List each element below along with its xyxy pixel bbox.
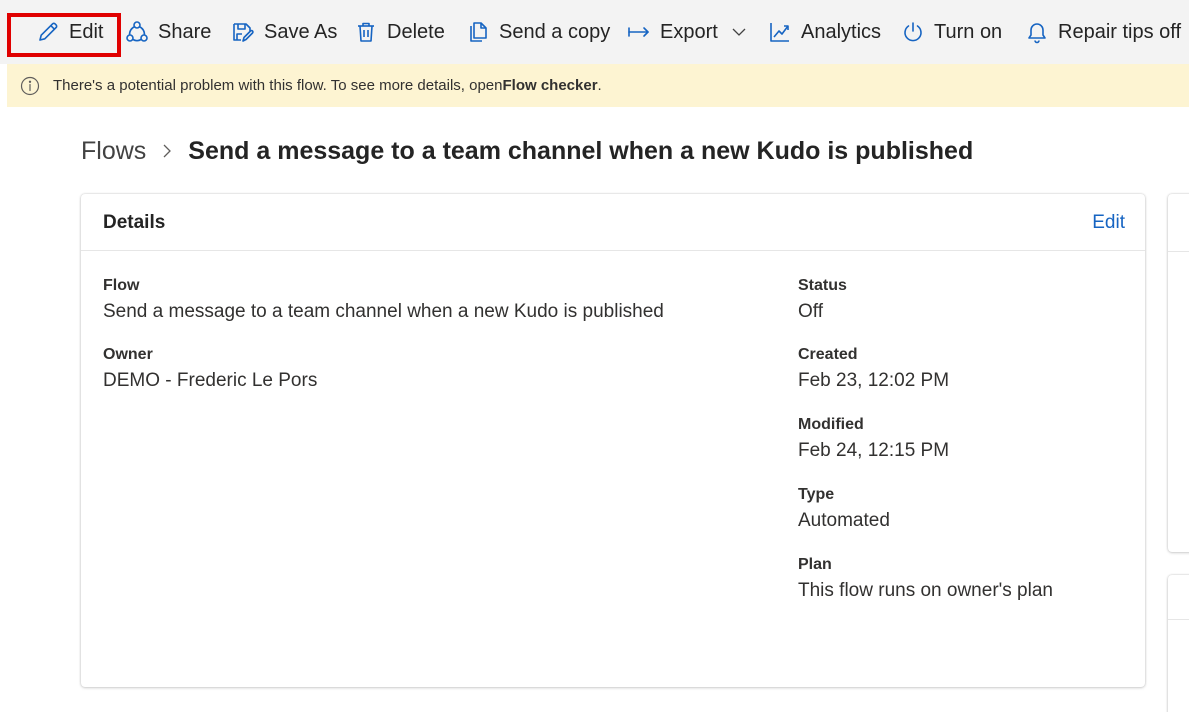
chevron-down-icon [732,28,746,36]
side-card-top [1168,194,1189,552]
flow-name-label: Flow [103,277,140,294]
info-icon [20,76,40,95]
type-value: Automated [798,510,890,531]
analytics-button-label: Analytics [801,20,882,43]
delete-button[interactable]: Delete [354,0,445,64]
share-button[interactable]: Share [125,0,211,64]
owner-label: Owner [103,346,153,363]
edit-button-label: Edit [69,20,104,43]
export-button[interactable]: Export [627,0,747,64]
send-a-copy-button[interactable]: Send a copy [466,0,610,64]
export-arrow-icon [628,27,649,37]
save-as-button-label: Save As [264,20,338,43]
modified-value: Feb 24, 12:15 PM [798,440,950,461]
turn-on-button-label: Turn on [934,20,1003,43]
details-card-header: Details Edit [81,194,1145,251]
banner-message: There's a potential problem with this fl… [53,77,503,94]
details-card-title: Details [103,212,166,233]
plan-label: Plan [798,556,832,573]
flow-details-page: Edit Share Save As Delete Send a copy Ex… [0,0,1189,712]
save-as-icon [233,23,254,42]
status-field: Status Off [798,276,847,325]
power-icon [904,22,922,42]
type-label: Type [798,486,835,503]
details-edit-link[interactable]: Edit [1092,212,1125,234]
page-title: Send a message to a team channel when a … [188,136,974,165]
save-as-button[interactable]: Save As [231,0,337,64]
banner-message-end: . [597,77,602,94]
created-value: Feb 23, 12:02 PM [798,370,950,391]
analytics-button[interactable]: Analytics [768,0,881,64]
status-label: Status [798,277,847,294]
breadcrumb-flows-link[interactable]: Flows [81,137,146,166]
details-card: Details Edit Flow Send a message to a te… [81,194,1145,687]
created-label: Created [798,346,858,363]
command-bar: Edit Share Save As Delete Send a copy Ex… [0,0,1189,64]
side-card-top-divider [1168,251,1189,252]
copy-icon [470,22,487,42]
delete-button-label: Delete [387,20,445,43]
flow-name-value: Send a message to a team channel when a … [103,301,664,322]
modified-label: Modified [798,416,864,433]
owner-field: Owner DEMO - Frederic Le Pors [103,345,317,394]
modified-field: Modified Feb 24, 12:15 PM [798,415,949,464]
bell-icon [1028,23,1046,44]
created-field: Created Feb 23, 12:02 PM [798,345,949,394]
flow-checker-warning-banner: There's a potential problem with this fl… [7,64,1189,107]
side-card-bottom-divider [1168,619,1189,620]
send-a-copy-button-label: Send a copy [499,20,611,43]
chart-line-icon [770,23,789,42]
plan-value: This flow runs on owner's plan [798,580,1053,601]
repair-tips-button-label: Repair tips off [1058,20,1182,43]
plan-field: Plan This flow runs on owner's plan [798,555,1053,604]
breadcrumb: Flows Send a message to a team channel w… [81,133,973,169]
pencil-icon [39,22,58,41]
status-value: Off [798,301,823,322]
export-button-label: Export [660,20,718,43]
repair-tips-button[interactable]: Repair tips off [1025,0,1181,64]
flow-name-field: Flow Send a message to a team channel wh… [103,276,664,325]
share-button-label: Share [158,20,212,43]
share-icon [126,21,148,42]
turn-on-button[interactable]: Turn on [901,0,1002,64]
chevron-right-icon [163,144,172,158]
trash-icon [358,22,374,42]
edit-button[interactable]: Edit [36,0,103,64]
owner-value: DEMO - Frederic Le Pors [103,370,318,391]
type-field: Type Automated [798,485,890,534]
side-card-bottom [1168,575,1189,712]
flow-checker-link[interactable]: Flow checker [503,77,598,94]
